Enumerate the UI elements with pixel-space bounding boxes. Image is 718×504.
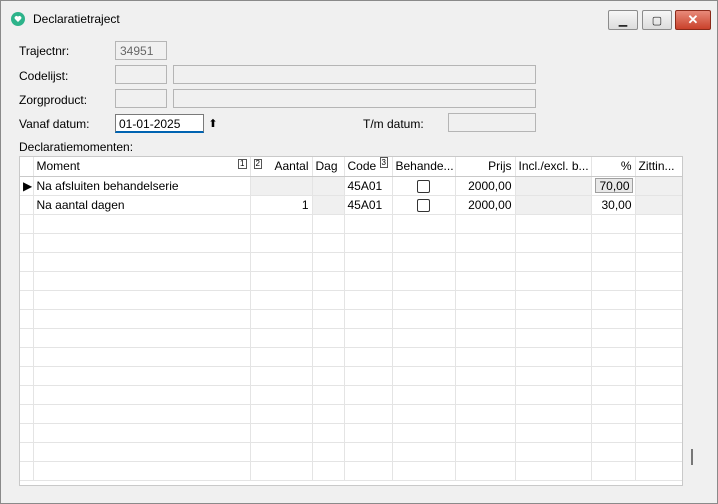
tm-datum-label: T/m datum: bbox=[363, 117, 424, 131]
cell-aantal[interactable]: 1 bbox=[250, 195, 313, 215]
vanaf-datum-label: Vanaf datum: bbox=[19, 117, 90, 131]
percentage-editor[interactable]: 70,00 bbox=[594, 178, 633, 193]
row-selector bbox=[20, 195, 34, 215]
empty-row bbox=[20, 233, 682, 253]
close-button[interactable]: ✕ bbox=[675, 10, 711, 30]
minimize-icon: ▁ bbox=[618, 14, 628, 27]
minimize-button[interactable]: ▁ bbox=[608, 10, 638, 30]
header-behandel[interactable]: Behande... bbox=[392, 157, 456, 177]
close-icon: ✕ bbox=[687, 12, 699, 27]
zorgproduct-description-field[interactable] bbox=[173, 89, 536, 108]
table-row[interactable]: ▶ Na afsluiten behandelserie 45A01 2000,… bbox=[20, 176, 682, 196]
cell-dag[interactable] bbox=[312, 176, 345, 196]
row-selector-header bbox=[20, 157, 34, 177]
cell-zitting[interactable] bbox=[635, 176, 682, 196]
cell-prijs[interactable]: 2000,00 bbox=[455, 195, 516, 215]
behandel-checkbox[interactable] bbox=[417, 179, 430, 193]
behandel-checkbox[interactable] bbox=[417, 198, 430, 212]
empty-row bbox=[20, 385, 682, 405]
cell-percentage[interactable]: 70,00 bbox=[591, 176, 636, 196]
header-code[interactable]: Code 3 bbox=[344, 157, 393, 177]
maximize-button[interactable]: ▢ bbox=[642, 10, 672, 30]
cell-code[interactable]: 45A01 bbox=[344, 176, 393, 196]
cell-prijs[interactable]: 2000,00 bbox=[455, 176, 516, 196]
cell-moment[interactable]: Na aantal dagen bbox=[33, 195, 251, 215]
vanaf-datum-input[interactable]: 01-01-2025 bbox=[115, 114, 204, 133]
sort-order-3-icon: 3 bbox=[379, 157, 388, 169]
cell-dag[interactable] bbox=[312, 195, 345, 215]
sort-order-2-icon: 2 bbox=[253, 159, 262, 170]
arrow-up-icon: ⬆ bbox=[208, 118, 218, 130]
dialog-window: Declaratietraject ▁ ▢ ✕ Trajectnr: 34951… bbox=[0, 0, 718, 504]
empty-row bbox=[20, 404, 682, 424]
empty-row bbox=[20, 347, 682, 367]
cell-zitting[interactable] bbox=[635, 195, 682, 215]
header-dag[interactable]: Dag bbox=[312, 157, 345, 177]
declaratiemomenten-label: Declaratiemomenten: bbox=[19, 140, 134, 154]
trajectnr-field: 34951 bbox=[115, 41, 167, 60]
header-incl-excl[interactable]: Incl./excl. b... bbox=[515, 157, 592, 177]
maximize-icon: ▢ bbox=[651, 14, 663, 27]
tm-datum-field[interactable] bbox=[448, 113, 536, 132]
empty-row bbox=[20, 366, 682, 386]
cell-incl-excl[interactable] bbox=[515, 176, 592, 196]
codelijst-label: Codelijst: bbox=[19, 69, 69, 83]
cell-moment[interactable]: Na afsluiten behandelserie bbox=[33, 176, 251, 196]
header-moment[interactable]: Moment 1 bbox=[33, 157, 251, 177]
header-zitting[interactable]: Zittin... bbox=[635, 157, 682, 177]
table-row[interactable]: Na aantal dagen 1 45A01 2000,00 30,00 bbox=[20, 195, 682, 215]
cell-code[interactable]: 45A01 bbox=[344, 195, 393, 215]
empty-row bbox=[20, 328, 682, 348]
sort-order-1-icon: 1 bbox=[238, 159, 247, 170]
header-aantal[interactable]: 2 Aantal bbox=[250, 157, 313, 177]
empty-row bbox=[20, 252, 682, 272]
codelijst-code-field[interactable] bbox=[115, 65, 167, 84]
trajectnr-label: Trajectnr: bbox=[19, 44, 70, 58]
header-percentage[interactable]: % bbox=[591, 157, 636, 177]
vertical-scrollbar[interactable] bbox=[691, 449, 693, 465]
title-bar: Declaratietraject ▁ ▢ ✕ bbox=[1, 1, 717, 33]
empty-row bbox=[20, 271, 682, 291]
cell-behandel[interactable] bbox=[392, 195, 456, 215]
empty-row bbox=[20, 214, 682, 234]
header-prijs[interactable]: Prijs bbox=[455, 157, 516, 177]
codelijst-description-field[interactable] bbox=[173, 65, 536, 84]
cell-behandel[interactable] bbox=[392, 176, 456, 196]
empty-row bbox=[20, 461, 682, 481]
zorgproduct-code-field[interactable] bbox=[115, 89, 167, 108]
grid-header-row: Moment 1 2 Aantal Dag Code 3 Behande... Pr… bbox=[20, 157, 682, 177]
empty-row bbox=[20, 442, 682, 462]
cell-percentage[interactable]: 30,00 bbox=[591, 195, 636, 215]
declaratiemomenten-grid[interactable]: Moment 1 2 Aantal Dag Code 3 Behande... Pr… bbox=[19, 156, 683, 486]
app-heart-icon bbox=[11, 12, 25, 26]
zorgproduct-label: Zorgproduct: bbox=[19, 93, 88, 107]
cell-aantal[interactable] bbox=[250, 176, 313, 196]
empty-row bbox=[20, 309, 682, 329]
date-picker-button[interactable]: ⬆ bbox=[206, 115, 220, 132]
empty-row bbox=[20, 290, 682, 310]
empty-row bbox=[20, 423, 682, 443]
cell-incl-excl[interactable] bbox=[515, 195, 592, 215]
window-title: Declaratietraject bbox=[33, 12, 120, 26]
current-row-indicator-icon: ▶ bbox=[20, 176, 34, 196]
